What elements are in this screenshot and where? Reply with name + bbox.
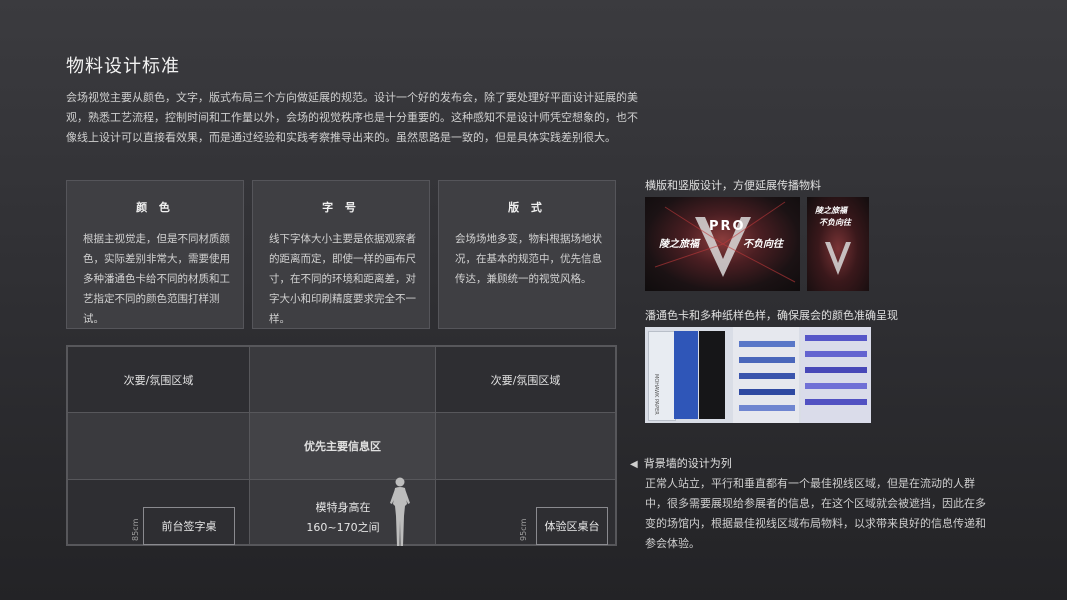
front-desk-box: 前台签字桌	[143, 507, 235, 545]
model-note-line: 160~170之间	[306, 521, 380, 534]
pantone-fan-2	[801, 327, 871, 423]
page-title: 物料设计标准	[66, 56, 180, 77]
zone-label: 次要/氛围区域	[490, 373, 561, 387]
model-height-note: 模特身高在 160~170之间	[283, 498, 403, 538]
caption-pantone: 潘通色卡和多种纸样色样，确保展会的颜色准确呈现	[645, 309, 898, 322]
horizontal-poster-image: 陵之旅福 不负向往 PRO	[645, 197, 800, 291]
zone-middle-left	[67, 412, 250, 480]
triangle-left-icon: ◀	[630, 459, 638, 470]
zone-primary: 优先主要信息区	[249, 412, 436, 480]
caption-layout: 横版和竖版设计，方便延展传播物料	[645, 179, 821, 192]
note-title: 背景墙的设计为列	[643, 457, 732, 470]
poster-slogan-right: 不负向往	[743, 239, 783, 250]
card-color: 颜 色 根据主视觉走，但是不同材质颜色，实际差别非常大，需要使用多种潘通色卡给不…	[66, 180, 244, 329]
card-body: 会场场地多变，物料根据场地状况，在基本的规范中，优先信息传达，兼顾统一的视觉风格…	[455, 233, 602, 285]
card-font-size: 字 号 线下字体大小主要是依据观察者的距离而定，即使一样的画布尺寸，在不同的环境…	[252, 180, 430, 329]
black-swatch	[699, 331, 725, 419]
zone-top-center	[249, 346, 436, 413]
desk-label: 体验区桌台	[544, 520, 600, 533]
zone-label: 优先主要信息区	[304, 440, 381, 453]
note-heading: ◀ 背景墙的设计为列	[630, 455, 732, 471]
card-title: 字 号	[322, 201, 360, 214]
zone-secondary-left: 次要/氛围区域	[67, 346, 250, 413]
poster-mark: PRO	[709, 219, 746, 234]
desk-height-label: 85cm	[131, 518, 140, 541]
wall-zone-grid: 次要/氛围区域 次要/氛围区域 优先主要信息区 85cm 前台签字桌 模特身高在…	[66, 345, 617, 546]
card-layout: 版 式 会场场地多变，物料根据场地状况，在基本的规范中，优先信息传达，兼顾统一的…	[438, 180, 616, 329]
note-body: 正常人站立，平行和垂直都有一个最佳视线区域，但是在流动的人群中，很多需要展现给参…	[645, 477, 986, 550]
experience-desk-box: 体验区桌台	[536, 507, 608, 545]
zone-middle-right	[435, 412, 616, 480]
desk-label: 前台签字桌	[161, 520, 217, 533]
poster-art-icon	[825, 242, 851, 275]
vertical-poster-image: 陵之旅福 不负向往	[807, 197, 869, 291]
zone-label: 次要/氛围区域	[123, 373, 194, 387]
model-note-line: 模特身高在	[315, 501, 371, 514]
model-silhouette-icon	[390, 477, 410, 546]
desk-height-label: 95cm	[519, 518, 528, 541]
card-body: 根据主视觉走，但是不同材质颜色，实际差别非常大，需要使用多种潘通色卡给不同的材质…	[83, 233, 230, 325]
card-title: 版 式	[508, 201, 546, 214]
swatch-brand: MOHAWK PAPER	[653, 374, 659, 415]
card-title: 颜 色	[136, 201, 174, 214]
pantone-swatch-photo: MOHAWK PAPER	[645, 327, 871, 423]
card-body: 线下字体大小主要是依据观察者的距离而定，即使一样的画布尺寸，在不同的环境和距离差…	[269, 233, 416, 325]
zone-secondary-right: 次要/氛围区域	[435, 346, 616, 413]
poster-slogan-left: 陵之旅福	[659, 239, 699, 250]
pantone-fan-1	[733, 327, 799, 423]
intro-paragraph: 会场视觉主要从颜色，文字，版式布局三个方向做延展的规范。设计一个好的发布会，除了…	[66, 91, 638, 144]
paper-swatch: MOHAWK PAPER	[648, 331, 676, 421]
blue-swatch	[674, 331, 698, 419]
